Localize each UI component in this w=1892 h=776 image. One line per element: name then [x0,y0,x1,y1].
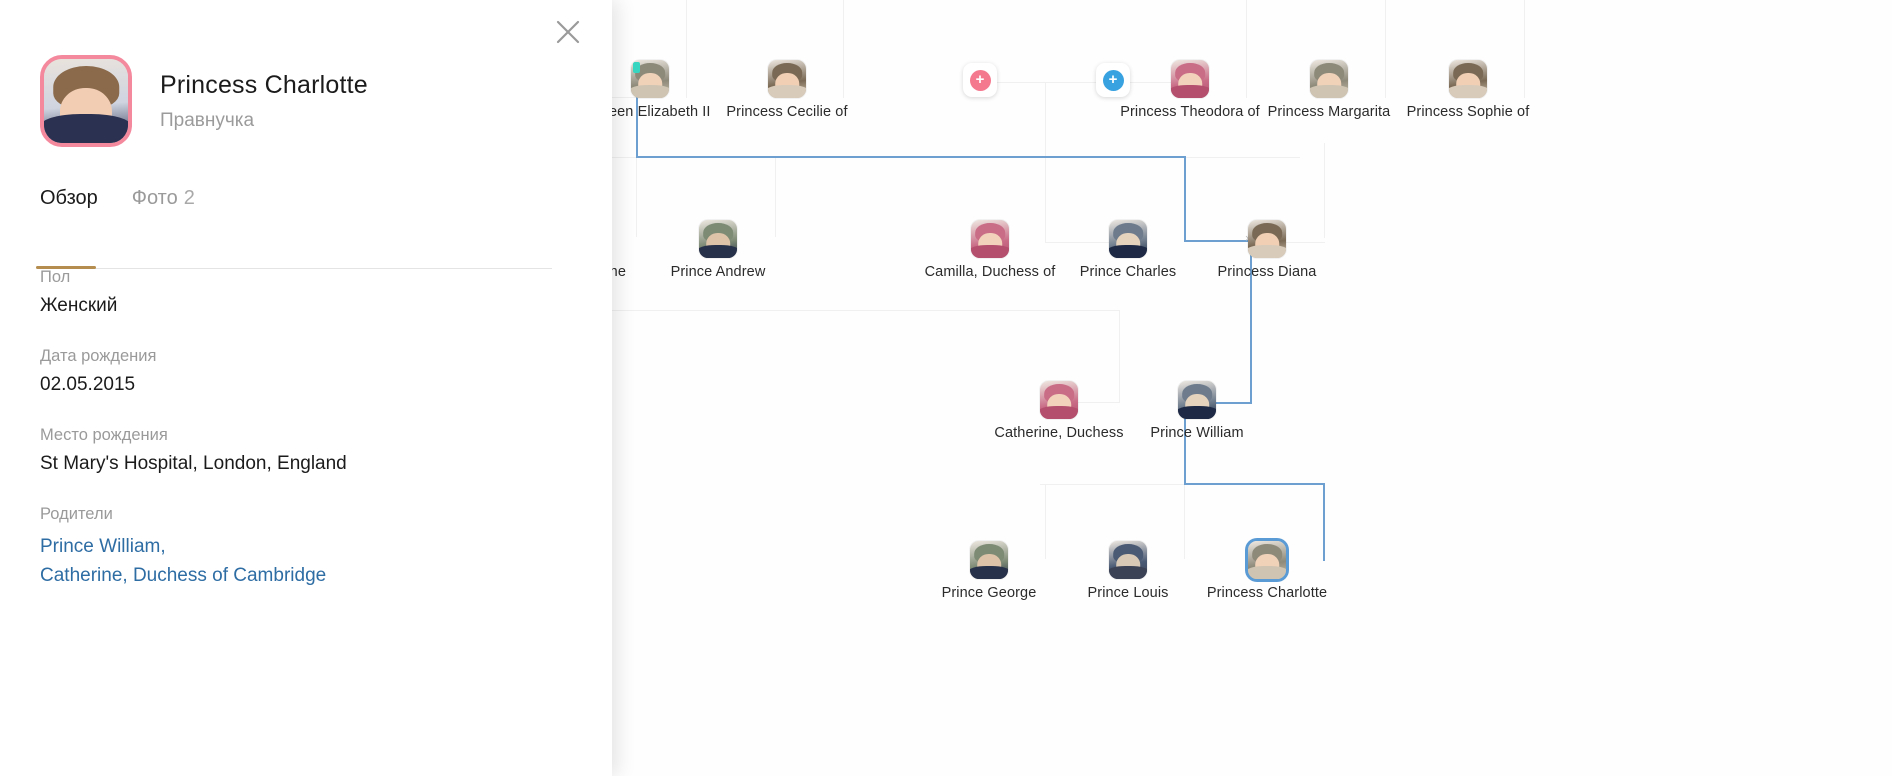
tab-photos-label: Фото [131,187,178,209]
tree-node[interactable]: Princess Cecilie of [712,60,862,120]
field-gender-label: Пол [40,268,71,286]
tab-photos[interactable]: Фото 2 [132,187,195,224]
person-name-label: Princess Diana [1217,264,1317,280]
person-avatar[interactable] [1248,220,1286,258]
person-name-label: Princess Sophie of [1406,104,1530,120]
grid-line [1045,82,1046,242]
person-avatar[interactable] [1248,541,1286,579]
field-parents-label: Родители [40,505,113,523]
person-name-label: Princess Cecilie of [726,104,848,120]
person-name-label: Prince Andrew [670,264,766,280]
field-birthdate-value: 02.05.2015 [40,374,136,395]
panel-header: Princess Charlotte Правнучка [0,0,612,147]
relation-label: Правнучка [160,109,255,131]
field-birthplace-value: St Mary's Hospital, London, England [40,453,347,474]
tab-overview[interactable]: Обзор [40,187,98,224]
detail-fields: Пол Женский Дата рождения 02.05.2015 Мес… [40,268,612,591]
close-icon[interactable] [548,12,588,52]
parent-link-mother[interactable]: Catherine, Duchess of Cambridge [40,561,612,590]
tree-node[interactable]: Prince Louis [1053,541,1203,601]
person-name-label: Catherine, Duchess [994,425,1124,441]
field-birthplace-label: Место рождения [40,426,168,444]
tree-node[interactable]: Prince Charles [1053,220,1203,280]
tree-node[interactable]: Princess Margarita [1254,60,1404,120]
field-parents: Родители Prince William, Catherine, Duch… [40,505,612,591]
person-avatar[interactable] [1040,381,1078,419]
person-name-label: Princess Margarita [1267,104,1391,120]
person-name-label: Princess Charlotte [1206,585,1328,601]
tab-overview-label: Обзор [40,187,98,209]
person-name-label: Prince William [1150,425,1244,441]
person-name-label: Prince Charles [1079,264,1177,280]
person-avatar[interactable] [1109,541,1147,579]
tabs-divider [40,268,552,269]
person-avatar[interactable] [1449,60,1487,98]
person-name-label: Camilla, Duchess of [924,264,1056,280]
page-title: Princess Charlotte [160,70,368,99]
tree-node[interactable]: Camilla, Duchess of [915,220,1065,280]
person-avatar[interactable] [1171,60,1209,98]
status-badge [633,62,640,73]
person-name-label: Prince George [941,585,1037,601]
tab-active-underline [36,266,96,269]
field-gender-value: Женский [40,295,118,316]
person-detail-panel: Princess Charlotte Правнучка Обзор Фото 2… [0,0,612,776]
tree-node[interactable]: Princess Theodora of [1115,60,1265,120]
person-avatar[interactable] [768,60,806,98]
tree-node[interactable]: Prince William [1122,381,1272,441]
field-gender: Пол Женский [40,268,612,317]
lineage-path [636,156,1185,158]
person-avatar[interactable] [1109,220,1147,258]
app-root: × + + Prince PhilipQueen Elizabeth IIPri… [0,0,1892,776]
person-avatar[interactable] [970,541,1008,579]
lineage-path [1184,483,1325,485]
tree-node[interactable]: Catherine, Duchess [984,381,1134,441]
tree-node[interactable]: Prince Andrew [643,220,793,280]
person-name-label: Prince Louis [1087,585,1169,601]
person-avatar[interactable] [699,220,737,258]
person-avatar[interactable] [971,220,1009,258]
add-female-button[interactable]: + [963,63,997,97]
field-birthdate-label: Дата рождения [40,347,157,365]
parent-link-father[interactable]: Prince William, [40,532,612,561]
field-birthplace: Место рождения St Mary's Hospital, Londo… [40,426,612,475]
plus-icon: + [969,69,991,91]
field-parents-value: Prince William, Catherine, Duchess of Ca… [40,532,612,591]
panel-header-meta: Princess Charlotte Правнучка [160,71,368,132]
tree-node[interactable]: Princess Sophie of [1393,60,1543,120]
person-avatar[interactable] [1178,381,1216,419]
field-birthdate: Дата рождения 02.05.2015 [40,347,612,396]
tab-photos-count: 2 [183,187,195,209]
tree-node[interactable]: Princess Charlotte [1192,541,1342,601]
person-avatar[interactable] [631,60,669,98]
tree-node[interactable]: Prince George [914,541,1064,601]
person-avatar[interactable] [1310,60,1348,98]
tree-node[interactable]: Princess Diana [1192,220,1342,280]
person-name-label: Princess Theodora of [1120,104,1260,120]
panel-tabs: Обзор Фото 2 [40,187,612,224]
avatar[interactable] [40,55,132,147]
